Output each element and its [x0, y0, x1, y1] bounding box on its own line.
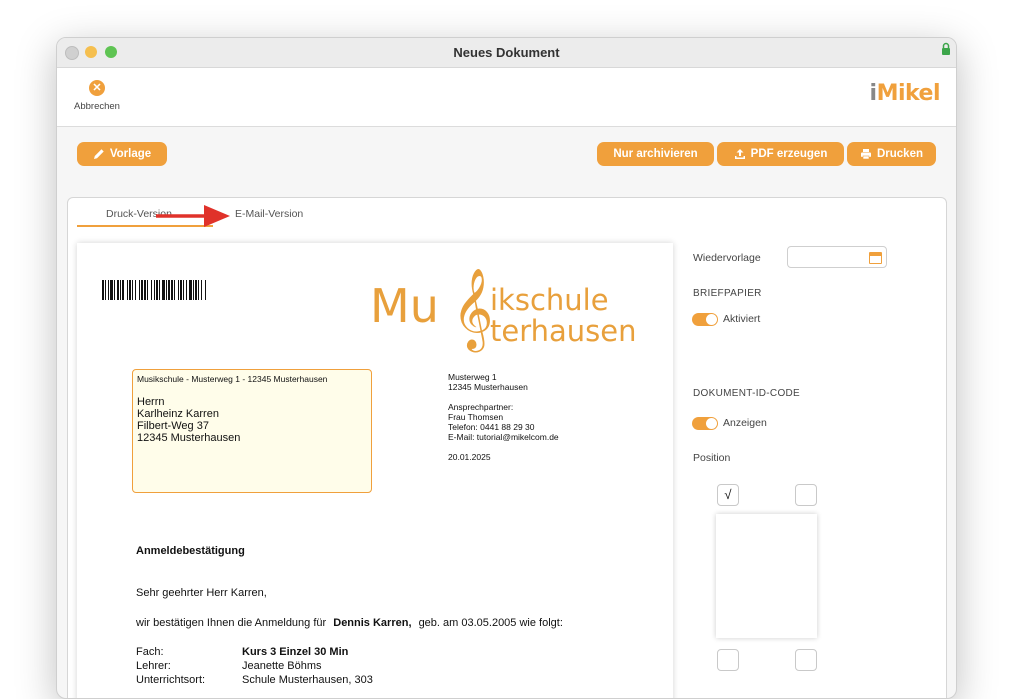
briefpapier-heading: BRIEFPAPIER — [693, 288, 762, 299]
archive-button[interactable]: Nur archivieren — [597, 142, 714, 166]
letter-date: 20.01.2025 — [448, 452, 491, 462]
annotation-arrow — [156, 205, 230, 227]
briefpapier-toggle[interactable] — [692, 313, 718, 326]
position-top-right-checkbox[interactable] — [795, 484, 817, 506]
upload-icon — [734, 149, 745, 159]
recipient-line: Karlheinz Karren — [137, 408, 219, 420]
pdf-label: PDF erzeugen — [750, 148, 828, 160]
vorlage-button[interactable]: Vorlage — [77, 142, 167, 166]
position-label: Position — [693, 452, 731, 464]
cancel-button[interactable]: ✕ Abbrechen — [67, 80, 127, 112]
detail-value: Jeanette Böhms — [242, 660, 322, 672]
vorlage-label: Vorlage — [109, 148, 152, 160]
archive-label: Nur archivieren — [613, 148, 698, 160]
letter-salutation: Sehr geehrter Herr Karren, — [136, 587, 267, 599]
body-text: wir bestätigen Ihnen die Anmeldung für — [136, 617, 327, 629]
calendar-icon[interactable] — [869, 252, 882, 264]
page-position-preview — [716, 514, 817, 638]
dokument-id-toggle-label: Anzeigen — [723, 417, 767, 429]
print-label: Drucken — [876, 148, 924, 160]
window-title: Neues Dokument — [453, 45, 560, 60]
treble-clef-icon: 𝄞 — [452, 267, 494, 349]
info-line: 12345 Musterhausen — [448, 382, 528, 392]
detail-value: Kurs 3 Einzel 30 Min — [242, 646, 349, 658]
toolbar: ✕ Abbrechen iMikel — [57, 68, 956, 127]
letter-body: wir bestätigen Ihnen die Anmeldung für D… — [136, 617, 563, 629]
position-top-left-checkbox[interactable]: √ — [717, 484, 739, 506]
dokument-id-heading: DOKUMENT-ID-CODE — [693, 388, 801, 399]
recipient-line: Herrn — [137, 396, 165, 408]
info-line: Ansprechpartner: — [448, 402, 514, 412]
document-panel: Druck-Version E-Mail-Version Mu 𝄞 ikschu… — [67, 197, 947, 698]
cancel-label: Abbrechen — [74, 101, 120, 112]
info-line: Musterweg 1 — [448, 372, 497, 382]
student-name: Dennis Karren, — [333, 617, 412, 629]
info-block: Musterweg 1 12345 Musterhausen Ansprechp… — [448, 372, 559, 462]
info-line: E-Mail: tutorial@mikelcom.de — [448, 432, 559, 442]
briefpapier-toggle-label: Aktiviert — [723, 313, 761, 325]
logo-text-line1: ikschule — [490, 283, 609, 317]
document-preview: Mu 𝄞 ikschule terhausen Musikschule - Mu… — [77, 243, 673, 698]
recipient-address: Herrn Karlheinz Karren Filbert-Weg 37 12… — [137, 396, 240, 444]
recipient-line: Filbert-Weg 37 — [137, 420, 209, 432]
wiedervorlage-label: Wiedervorlage — [693, 252, 761, 264]
detail-label: Lehrer: — [136, 660, 171, 672]
detail-value: Schule Musterhausen, 303 — [242, 674, 373, 686]
sender-line: Musikschule - Musterweg 1 - 12345 Muster… — [137, 374, 328, 384]
position-bottom-right-checkbox[interactable] — [795, 649, 817, 671]
pdf-button[interactable]: PDF erzeugen — [717, 142, 844, 166]
app-window: Neues Dokument ✕ Abbrechen iMikel Vorlag… — [56, 37, 957, 699]
print-button[interactable]: Drucken — [847, 142, 936, 166]
detail-label: Unterrichtsort: — [136, 674, 206, 686]
body-text: geb. am 03.05.2005 wie folgt: — [418, 617, 563, 629]
barcode — [102, 280, 282, 300]
recipient-line: 12345 Musterhausen — [137, 432, 241, 444]
dokument-id-toggle[interactable] — [692, 417, 718, 430]
info-line: Frau Thomsen — [448, 412, 504, 422]
printer-icon — [860, 149, 871, 160]
pencil-icon — [93, 149, 104, 159]
address-field[interactable]: Musikschule - Musterweg 1 - 12345 Muster… — [132, 369, 372, 493]
detail-label: Fach: — [136, 646, 164, 658]
close-circle-icon: ✕ — [89, 80, 105, 96]
logo-text-mu: Mu — [370, 279, 439, 333]
letter-subject: Anmeldebestätigung — [136, 545, 245, 557]
logo-text-line2: terhausen — [490, 314, 637, 348]
tab-email-version[interactable]: E-Mail-Version — [235, 208, 303, 220]
wiedervorlage-date-field[interactable] — [787, 246, 887, 268]
title-bar: Neues Dokument — [57, 38, 956, 68]
info-line: Telefon: 0441 88 29 30 — [448, 422, 535, 432]
lock-icon — [942, 42, 950, 55]
imikel-logo: iMikel — [869, 81, 941, 106]
position-bottom-left-checkbox[interactable] — [717, 649, 739, 671]
